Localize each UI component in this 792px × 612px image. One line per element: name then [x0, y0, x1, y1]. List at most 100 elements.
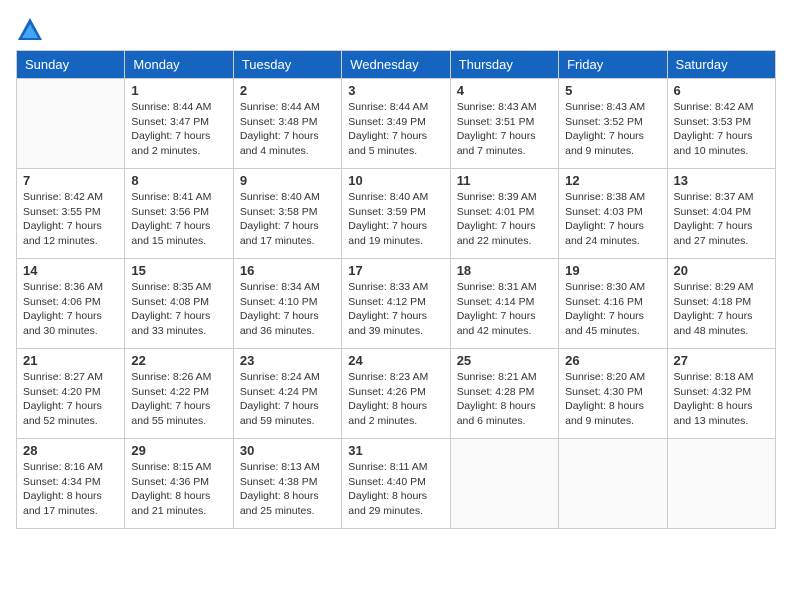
- cell-content: Sunrise: 8:11 AMSunset: 4:40 PMDaylight:…: [348, 460, 443, 519]
- day-number: 5: [565, 83, 660, 98]
- cell-5-7: [667, 439, 775, 529]
- cell-content: Sunrise: 8:24 AMSunset: 4:24 PMDaylight:…: [240, 370, 335, 429]
- day-number: 24: [348, 353, 443, 368]
- cell-3-2: 15Sunrise: 8:35 AMSunset: 4:08 PMDayligh…: [125, 259, 233, 349]
- cell-content: Sunrise: 8:42 AMSunset: 3:53 PMDaylight:…: [674, 100, 769, 159]
- cell-4-4: 24Sunrise: 8:23 AMSunset: 4:26 PMDayligh…: [342, 349, 450, 439]
- week-row-4: 21 Sunrise: 8:27 AMSunset: 4:20 PMDayligh…: [17, 349, 776, 439]
- day-number: 13: [674, 173, 769, 188]
- cell-content: Sunrise: 8:13 AMSunset: 4:38 PMDaylight:…: [240, 460, 335, 519]
- cell-5-3: 30 Sunrise: 8:13 AMSunset: 4:38 PMDayligh…: [233, 439, 341, 529]
- cell-content: Sunrise: 8:35 AMSunset: 4:08 PMDaylight:…: [131, 280, 226, 339]
- cell-1-3: 2 Sunrise: 8:44 AMSunset: 3:48 PMDaylight…: [233, 79, 341, 169]
- cell-content: Sunrise: 8:26 AMSunset: 4:22 PMDaylight:…: [131, 370, 226, 429]
- logo-icon: [16, 16, 44, 44]
- day-number: 12: [565, 173, 660, 188]
- cell-3-7: 20 Sunrise: 8:29 AMSunset: 4:18 PMDayligh…: [667, 259, 775, 349]
- cell-1-7: 6 Sunrise: 8:42 AMSunset: 3:53 PMDaylight…: [667, 79, 775, 169]
- header-row: SundayMondayTuesdayWednesdayThursdayFrid…: [17, 51, 776, 79]
- day-number: 27: [674, 353, 769, 368]
- day-number: 6: [674, 83, 769, 98]
- cell-content: Sunrise: 8:33 AMSunset: 4:12 PMDaylight:…: [348, 280, 443, 339]
- header-day-saturday: Saturday: [667, 51, 775, 79]
- week-row-5: 28Sunrise: 8:16 AMSunset: 4:34 PMDayligh…: [17, 439, 776, 529]
- cell-4-2: 22 Sunrise: 8:26 AMSunset: 4:22 PMDayligh…: [125, 349, 233, 439]
- cell-content: Sunrise: 8:43 AMSunset: 3:52 PMDaylight:…: [565, 100, 660, 159]
- day-number: 31: [348, 443, 443, 458]
- header-day-tuesday: Tuesday: [233, 51, 341, 79]
- calendar-page: SundayMondayTuesdayWednesdayThursdayFrid…: [0, 0, 792, 612]
- day-number: 25: [457, 353, 552, 368]
- cell-content: Sunrise: 8:21 AMSunset: 4:28 PMDaylight:…: [457, 370, 552, 429]
- day-number: 3: [348, 83, 443, 98]
- day-number: 1: [131, 83, 226, 98]
- week-row-3: 14Sunrise: 8:36 AMSunset: 4:06 PMDayligh…: [17, 259, 776, 349]
- day-number: 7: [23, 173, 118, 188]
- day-number: 20: [674, 263, 769, 278]
- header-day-friday: Friday: [559, 51, 667, 79]
- cell-content: Sunrise: 8:37 AMSunset: 4:04 PMDaylight:…: [674, 190, 769, 249]
- cell-3-4: 17 Sunrise: 8:33 AMSunset: 4:12 PMDayligh…: [342, 259, 450, 349]
- cell-2-5: 11 Sunrise: 8:39 AMSunset: 4:01 PMDayligh…: [450, 169, 558, 259]
- day-number: 2: [240, 83, 335, 98]
- cell-content: Sunrise: 8:30 AMSunset: 4:16 PMDaylight:…: [565, 280, 660, 339]
- cell-2-3: 9Sunrise: 8:40 AMSunset: 3:58 PMDaylight…: [233, 169, 341, 259]
- cell-content: Sunrise: 8:15 AMSunset: 4:36 PMDaylight:…: [131, 460, 226, 519]
- day-number: 17: [348, 263, 443, 278]
- cell-content: Sunrise: 8:42 AMSunset: 3:55 PMDaylight:…: [23, 190, 118, 249]
- cell-3-1: 14Sunrise: 8:36 AMSunset: 4:06 PMDayligh…: [17, 259, 125, 349]
- header-day-thursday: Thursday: [450, 51, 558, 79]
- cell-content: Sunrise: 8:44 AMSunset: 3:48 PMDaylight:…: [240, 100, 335, 159]
- cell-5-1: 28Sunrise: 8:16 AMSunset: 4:34 PMDayligh…: [17, 439, 125, 529]
- header-day-sunday: Sunday: [17, 51, 125, 79]
- cell-4-1: 21 Sunrise: 8:27 AMSunset: 4:20 PMDayligh…: [17, 349, 125, 439]
- day-number: 16: [240, 263, 335, 278]
- cell-content: Sunrise: 8:16 AMSunset: 4:34 PMDaylight:…: [23, 460, 118, 519]
- cell-content: Sunrise: 8:43 AMSunset: 3:51 PMDaylight:…: [457, 100, 552, 159]
- calendar-body: 1 Sunrise: 8:44 AMSunset: 3:47 PMDaylight…: [17, 79, 776, 529]
- cell-2-1: 7 Sunrise: 8:42 AMSunset: 3:55 PMDaylight…: [17, 169, 125, 259]
- cell-2-6: 12Sunrise: 8:38 AMSunset: 4:03 PMDayligh…: [559, 169, 667, 259]
- header: [16, 16, 776, 44]
- cell-4-5: 25 Sunrise: 8:21 AMSunset: 4:28 PMDayligh…: [450, 349, 558, 439]
- day-number: 14: [23, 263, 118, 278]
- day-number: 30: [240, 443, 335, 458]
- cell-5-2: 29 Sunrise: 8:15 AMSunset: 4:36 PMDayligh…: [125, 439, 233, 529]
- day-number: 18: [457, 263, 552, 278]
- cell-2-4: 10Sunrise: 8:40 AMSunset: 3:59 PMDayligh…: [342, 169, 450, 259]
- cell-content: Sunrise: 8:31 AMSunset: 4:14 PMDaylight:…: [457, 280, 552, 339]
- day-number: 4: [457, 83, 552, 98]
- calendar-header: SundayMondayTuesdayWednesdayThursdayFrid…: [17, 51, 776, 79]
- cell-content: Sunrise: 8:29 AMSunset: 4:18 PMDaylight:…: [674, 280, 769, 339]
- cell-content: Sunrise: 8:20 AMSunset: 4:30 PMDaylight:…: [565, 370, 660, 429]
- logo: [16, 16, 48, 44]
- week-row-2: 7 Sunrise: 8:42 AMSunset: 3:55 PMDaylight…: [17, 169, 776, 259]
- week-row-1: 1 Sunrise: 8:44 AMSunset: 3:47 PMDaylight…: [17, 79, 776, 169]
- day-number: 21: [23, 353, 118, 368]
- day-number: 11: [457, 173, 552, 188]
- cell-5-4: 31 Sunrise: 8:11 AMSunset: 4:40 PMDayligh…: [342, 439, 450, 529]
- day-number: 8: [131, 173, 226, 188]
- cell-content: Sunrise: 8:34 AMSunset: 4:10 PMDaylight:…: [240, 280, 335, 339]
- cell-2-2: 8 Sunrise: 8:41 AMSunset: 3:56 PMDaylight…: [125, 169, 233, 259]
- day-number: 23: [240, 353, 335, 368]
- cell-5-5: [450, 439, 558, 529]
- header-day-monday: Monday: [125, 51, 233, 79]
- cell-content: Sunrise: 8:44 AMSunset: 3:47 PMDaylight:…: [131, 100, 226, 159]
- day-number: 29: [131, 443, 226, 458]
- cell-2-7: 13 Sunrise: 8:37 AMSunset: 4:04 PMDayligh…: [667, 169, 775, 259]
- cell-content: Sunrise: 8:44 AMSunset: 3:49 PMDaylight:…: [348, 100, 443, 159]
- cell-3-6: 19 Sunrise: 8:30 AMSunset: 4:16 PMDayligh…: [559, 259, 667, 349]
- day-number: 19: [565, 263, 660, 278]
- cell-4-3: 23 Sunrise: 8:24 AMSunset: 4:24 PMDayligh…: [233, 349, 341, 439]
- cell-1-4: 3 Sunrise: 8:44 AMSunset: 3:49 PMDaylight…: [342, 79, 450, 169]
- cell-content: Sunrise: 8:18 AMSunset: 4:32 PMDaylight:…: [674, 370, 769, 429]
- cell-3-3: 16 Sunrise: 8:34 AMSunset: 4:10 PMDayligh…: [233, 259, 341, 349]
- day-number: 9: [240, 173, 335, 188]
- cell-1-1: [17, 79, 125, 169]
- cell-content: Sunrise: 8:27 AMSunset: 4:20 PMDaylight:…: [23, 370, 118, 429]
- cell-content: Sunrise: 8:39 AMSunset: 4:01 PMDaylight:…: [457, 190, 552, 249]
- day-number: 22: [131, 353, 226, 368]
- cell-5-6: [559, 439, 667, 529]
- cell-content: Sunrise: 8:41 AMSunset: 3:56 PMDaylight:…: [131, 190, 226, 249]
